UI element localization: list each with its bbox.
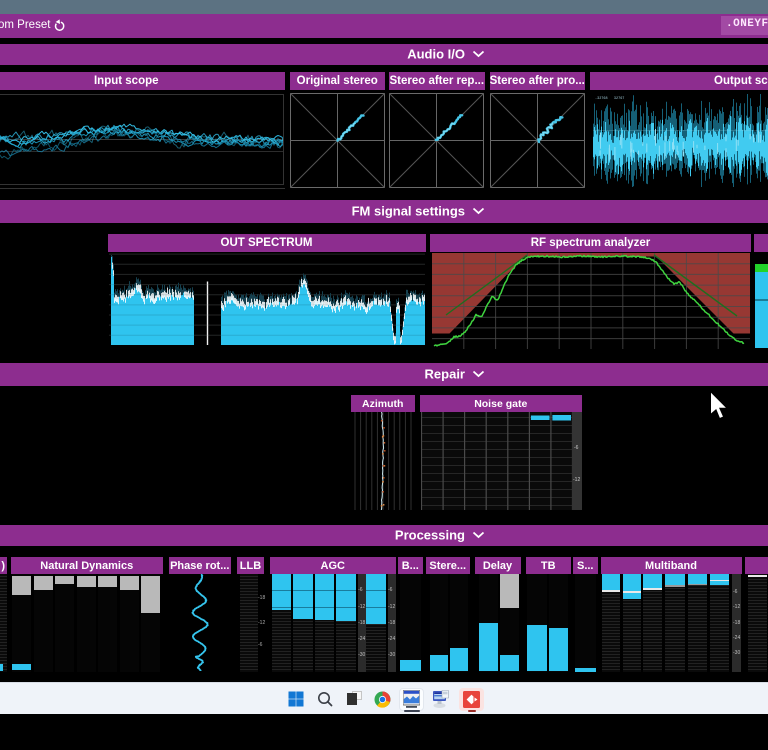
- svg-text:-12: -12: [573, 477, 580, 483]
- svg-text:-6: -6: [574, 445, 579, 451]
- svg-text:-32768 32767: -32768 32767: [595, 97, 624, 101]
